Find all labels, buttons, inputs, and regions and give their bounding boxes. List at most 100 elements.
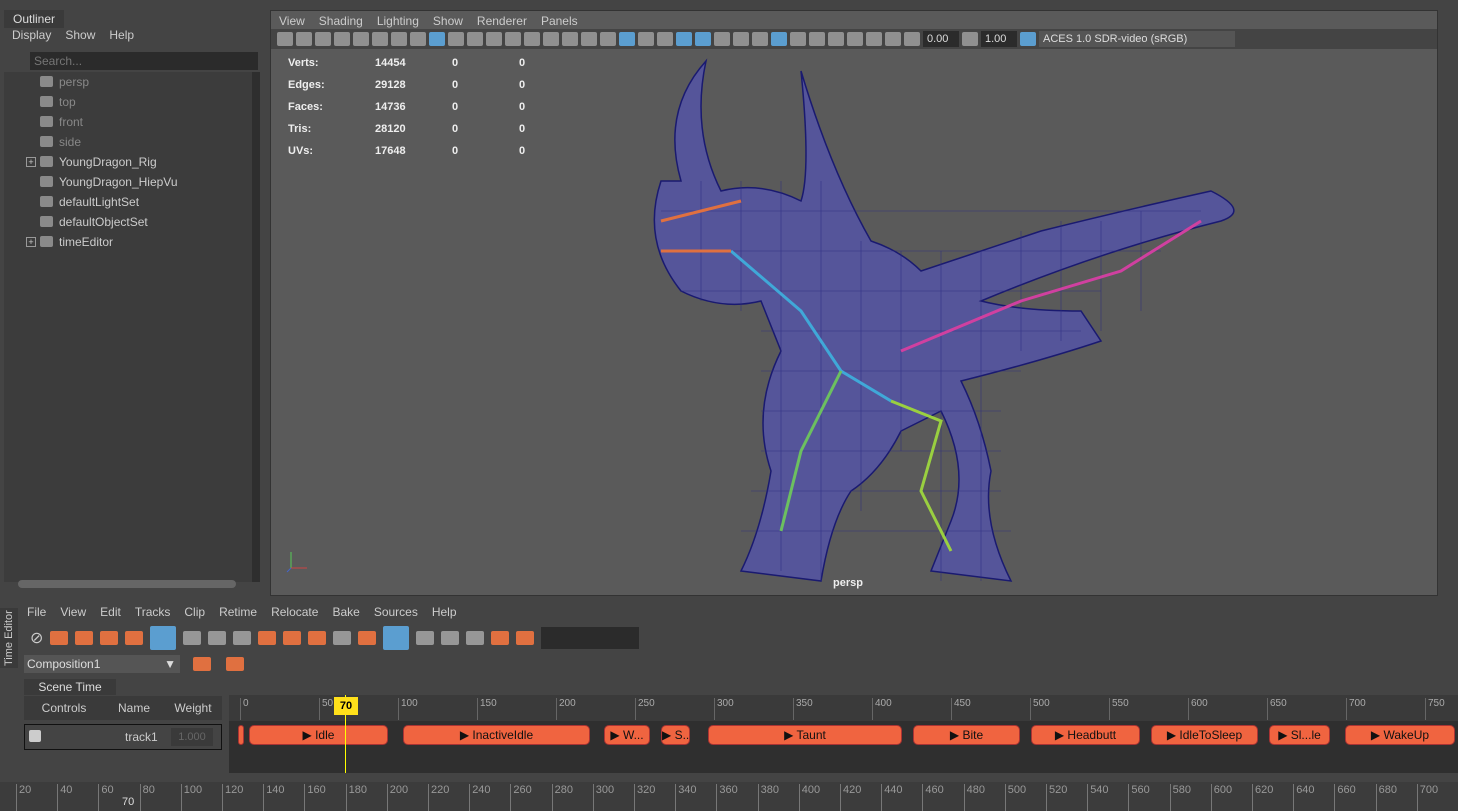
time-editor-side-tab[interactable]: Time Editor <box>0 608 18 668</box>
track-solo-checkbox[interactable] <box>29 730 41 742</box>
expand-icon[interactable]: + <box>26 157 36 167</box>
te-menu-help[interactable]: Help <box>432 605 457 619</box>
te-menu-view[interactable]: View <box>60 605 86 619</box>
viewport-tool-icon[interactable] <box>448 32 464 46</box>
outliner-vscrollbar[interactable] <box>252 72 260 582</box>
te-menu-sources[interactable]: Sources <box>374 605 418 619</box>
te-menu-bake[interactable]: Bake <box>332 605 359 619</box>
hold-icon[interactable] <box>333 631 352 645</box>
current-time-marker[interactable]: 70 <box>334 697 358 715</box>
viewport-tool-icon[interactable] <box>695 32 711 46</box>
viewport-tool-icon[interactable] <box>315 32 331 46</box>
trim-mode-icon[interactable] <box>150 626 177 650</box>
magnet-icon[interactable] <box>383 626 410 650</box>
add-clip-icon[interactable] <box>50 631 69 645</box>
color-space-dropdown[interactable]: ACES 1.0 SDR-video (sRGB) <box>1039 31 1235 47</box>
split-icon[interactable] <box>208 631 227 645</box>
clip[interactable]: ▶ Sl...le <box>1269 725 1330 745</box>
search-input[interactable] <box>30 52 258 70</box>
viewport-tool-icon[interactable] <box>638 32 654 46</box>
viewport-tool-icon[interactable] <box>885 32 901 46</box>
clip[interactable] <box>238 725 244 745</box>
loop-icon[interactable] <box>358 631 377 645</box>
timeline-ruler[interactable]: 0 50 100 150 200 250 300 350 400 450 500 550 600 650 7… <box>229 695 1458 721</box>
outliner-item[interactable]: persp <box>4 72 252 92</box>
viewport-tool-icon[interactable] <box>467 32 483 46</box>
timeline-area[interactable]: 0 50 100 150 200 250 300 350 400 450 500 550 600 650 7… <box>229 695 1458 773</box>
clip[interactable]: ▶ Bite <box>913 725 1020 745</box>
viewport-tool-icon[interactable] <box>790 32 806 46</box>
menu-show[interactable]: Show <box>433 14 463 28</box>
duplicate-composition-icon[interactable] <box>226 657 244 671</box>
viewport-tool-icon[interactable] <box>581 32 597 46</box>
align-center-icon[interactable] <box>283 631 302 645</box>
align-left-icon[interactable] <box>258 631 277 645</box>
menu-renderer[interactable]: Renderer <box>477 14 527 28</box>
outliner-hscrollbar[interactable] <box>18 580 236 588</box>
clip[interactable]: ▶ Headbutt <box>1031 725 1140 745</box>
relocate-icon[interactable] <box>416 631 435 645</box>
viewport-tool-icon[interactable] <box>543 32 559 46</box>
character-icon[interactable] <box>441 631 460 645</box>
menu-lighting[interactable]: Lighting <box>377 14 419 28</box>
gamma-field[interactable]: 1.00 <box>981 31 1017 47</box>
outliner-item[interactable]: YoungDragon_HiepVu <box>4 172 252 192</box>
outliner-tab[interactable]: Outliner <box>4 10 65 28</box>
te-menu-clip[interactable]: Clip <box>184 605 205 619</box>
viewport-tool-icon[interactable] <box>847 32 863 46</box>
viewport-tool-icon[interactable] <box>372 32 388 46</box>
clip[interactable]: ▶ Taunt <box>708 725 902 745</box>
viewport-tool-icon[interactable] <box>486 32 502 46</box>
viewport-tool-icon[interactable] <box>429 32 445 46</box>
clip[interactable]: ▶ InactiveIdle <box>403 725 590 745</box>
track-weight-field[interactable]: 1.000 <box>171 728 213 746</box>
te-menu-tracks[interactable]: Tracks <box>135 605 171 619</box>
add-track-icon[interactable] <box>75 631 94 645</box>
viewport-tool-icon[interactable] <box>866 32 882 46</box>
outliner-item[interactable]: defaultObjectSet <box>4 212 252 232</box>
clip[interactable]: ▶ WakeUp <box>1345 725 1455 745</box>
align-right-icon[interactable] <box>308 631 327 645</box>
clip[interactable]: ▶ Idle <box>249 725 388 745</box>
move-up-icon[interactable] <box>100 631 119 645</box>
viewport-tool-icon[interactable] <box>410 32 426 46</box>
viewport-tool-icon[interactable] <box>809 32 825 46</box>
viewport-tool-icon[interactable] <box>657 32 673 46</box>
color-management-icon[interactable] <box>1020 32 1036 46</box>
viewport-tool-icon[interactable] <box>714 32 730 46</box>
menu-panels[interactable]: Panels <box>541 14 578 28</box>
viewport-tool-icon[interactable] <box>733 32 749 46</box>
outliner-item[interactable]: defaultLightSet <box>4 192 252 212</box>
menu-help[interactable]: Help <box>109 28 134 42</box>
viewport-tool-icon[interactable] <box>752 32 768 46</box>
outliner-item[interactable]: + YoungDragon_Rig <box>4 152 252 172</box>
outliner-item[interactable]: top <box>4 92 252 112</box>
te-menu-relocate[interactable]: Relocate <box>271 605 318 619</box>
viewport-tool-icon[interactable] <box>505 32 521 46</box>
menu-display[interactable]: Display <box>12 28 51 42</box>
key-export-icon[interactable] <box>516 631 535 645</box>
viewport-tool-icon[interactable] <box>334 32 350 46</box>
viewport-tool-icon[interactable] <box>391 32 407 46</box>
te-menu-retime[interactable]: Retime <box>219 605 257 619</box>
clip[interactable]: ▶ IdleToSleep <box>1151 725 1258 745</box>
viewport-tool-icon[interactable] <box>353 32 369 46</box>
outliner-item[interactable]: + timeEditor <box>4 232 252 252</box>
outliner-item[interactable]: front <box>4 112 252 132</box>
exposure-field[interactable]: 0.00 <box>923 31 959 47</box>
menu-shading[interactable]: Shading <box>319 14 363 28</box>
snap-icon[interactable] <box>233 631 252 645</box>
outliner-item[interactable]: side <box>4 132 252 152</box>
move-down-icon[interactable] <box>125 631 144 645</box>
expand-icon[interactable]: + <box>26 237 36 247</box>
clip[interactable]: ▶ W... <box>604 725 650 745</box>
viewport-tool-icon[interactable] <box>676 32 692 46</box>
menu-view[interactable]: View <box>279 14 305 28</box>
viewport-tool-icon[interactable] <box>904 32 920 46</box>
viewport-tool-icon[interactable] <box>562 32 578 46</box>
gamma-icon[interactable] <box>962 32 978 46</box>
te-menu-edit[interactable]: Edit <box>100 605 121 619</box>
viewport-tool-icon[interactable] <box>277 32 293 46</box>
viewport-panel[interactable]: View Shading Lighting Show Renderer Panels 0.… <box>270 10 1438 596</box>
clip-field[interactable] <box>541 627 640 649</box>
